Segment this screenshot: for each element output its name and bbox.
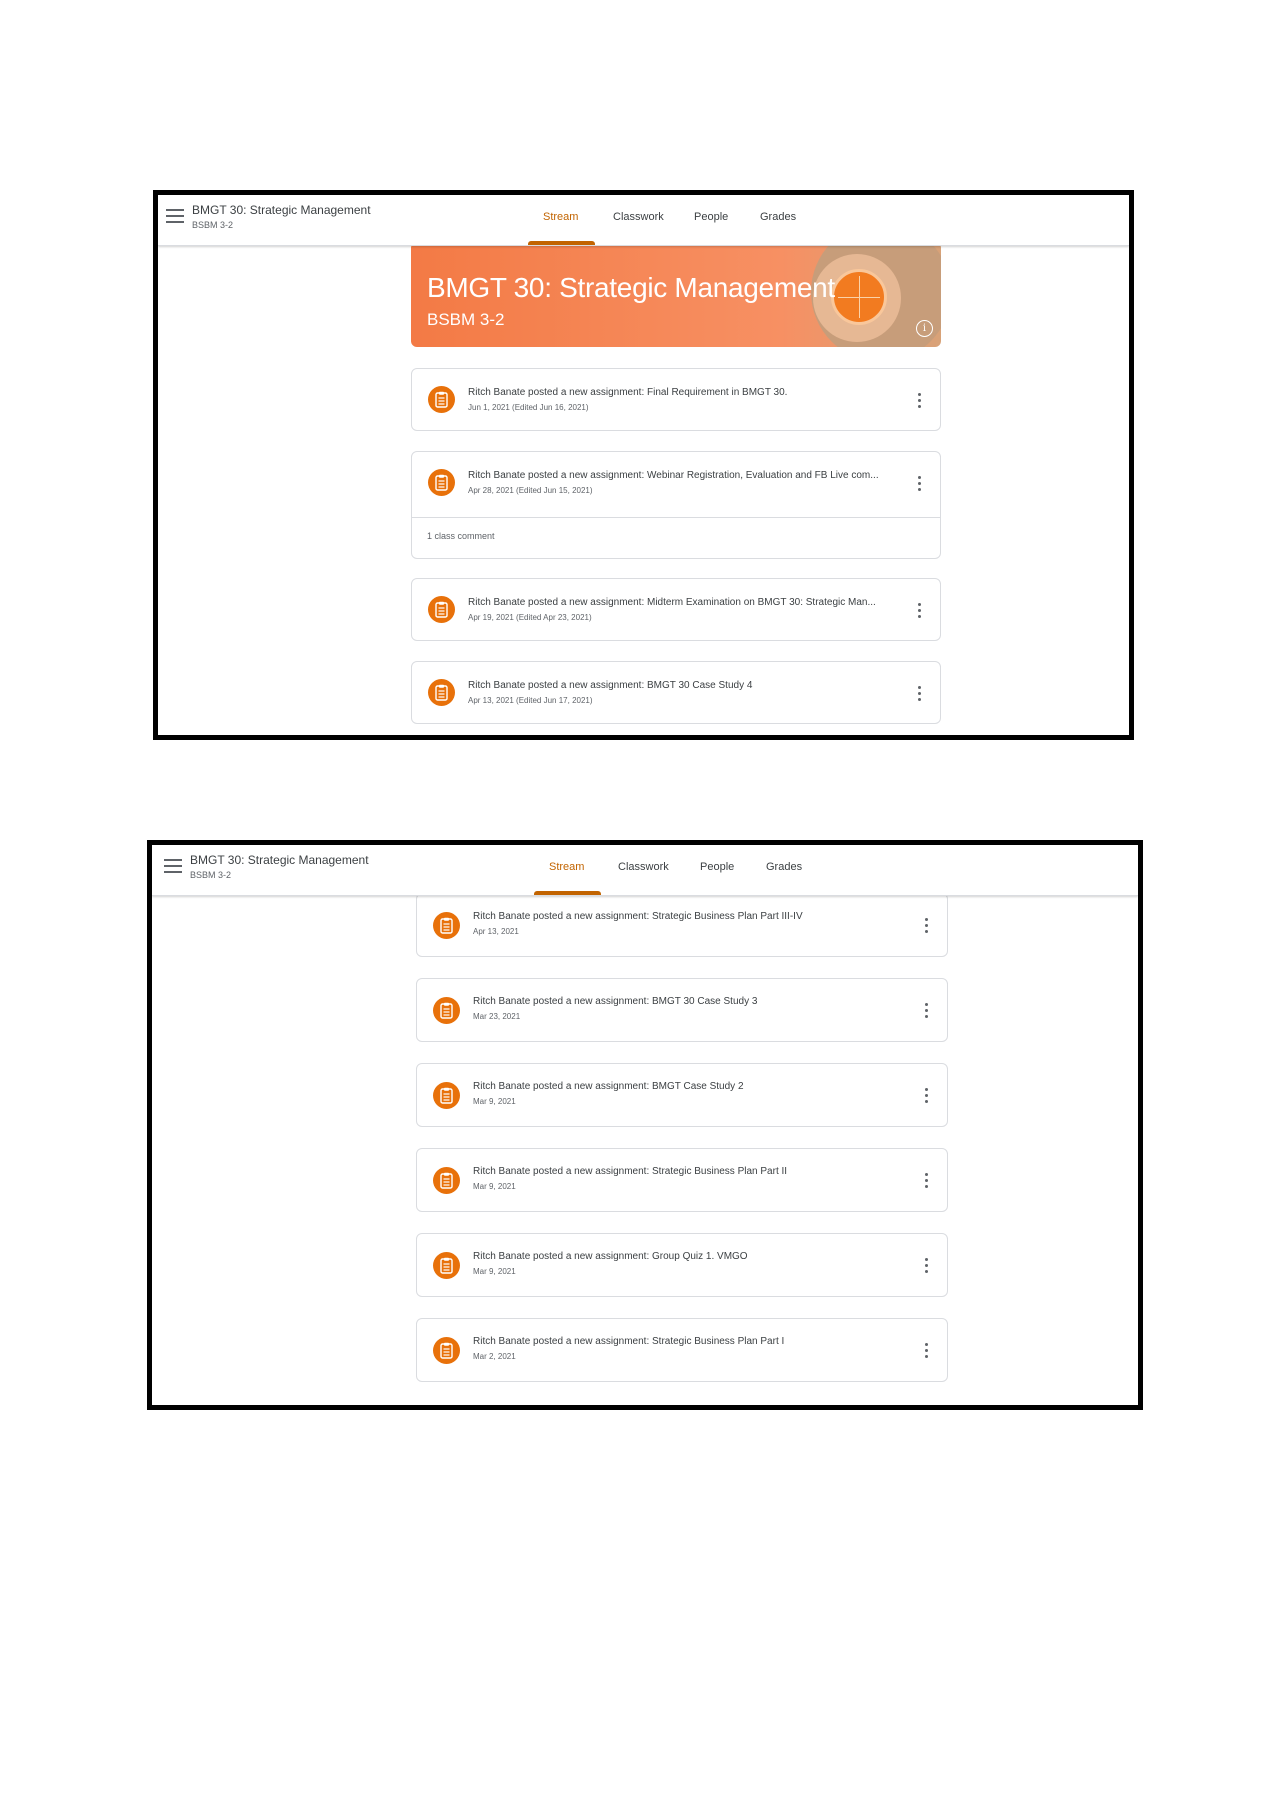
more-vert-icon[interactable] [925, 1258, 929, 1274]
stream-post-card[interactable]: Ritch Banate posted a new assignment: St… [416, 1148, 948, 1212]
more-vert-icon[interactable] [918, 603, 922, 619]
stream-post-card[interactable]: Ritch Banate posted a new assignment: We… [411, 451, 941, 559]
class-comments-row: 1 class comment [412, 517, 940, 558]
class-banner: BMGT 30: Strategic Management BSBM 3-2 i [411, 242, 941, 347]
stream-post-card[interactable]: Ritch Banate posted a new assignment: Gr… [416, 1233, 948, 1297]
post-date: Jun 1, 2021 (Edited Jun 16, 2021) [468, 403, 589, 412]
post-title[interactable]: Ritch Banate posted a new assignment: BM… [473, 996, 893, 1007]
stream-post-card[interactable]: Ritch Banate posted a new assignment: St… [416, 893, 948, 957]
stream-post-card[interactable]: Ritch Banate posted a new assignment: BM… [411, 661, 941, 724]
tab-bar: Stream Classwork People Grades [158, 195, 1129, 245]
orange-slice-illustration [831, 269, 887, 325]
assignment-icon [428, 596, 455, 623]
class-comments-link[interactable]: 1 class comment [427, 531, 495, 541]
stream-post-card[interactable]: Ritch Banate posted a new assignment: Mi… [411, 578, 941, 641]
post-date: Apr 28, 2021 (Edited Jun 15, 2021) [468, 486, 593, 495]
post-date: Mar 9, 2021 [473, 1097, 516, 1106]
post-date: Apr 13, 2021 (Edited Jun 17, 2021) [468, 696, 593, 705]
tab-stream[interactable]: Stream [549, 861, 584, 873]
post-title[interactable]: Ritch Banate posted a new assignment: St… [473, 911, 893, 922]
tab-grades[interactable]: Grades [760, 211, 796, 223]
post-date: Apr 13, 2021 [473, 927, 519, 936]
assignment-icon [433, 912, 460, 939]
tab-grades[interactable]: Grades [766, 861, 802, 873]
more-vert-icon[interactable] [925, 1343, 929, 1359]
assignment-icon [428, 386, 455, 413]
top-app-bar: BMGT 30: Strategic Management BSBM 3-2 S… [152, 845, 1138, 896]
tab-people[interactable]: People [700, 861, 734, 873]
assignment-icon [433, 1337, 460, 1364]
post-title[interactable]: Ritch Banate posted a new assignment: BM… [468, 680, 888, 691]
top-app-bar: BMGT 30: Strategic Management BSBM 3-2 S… [158, 195, 1129, 246]
stream-post-card[interactable]: Ritch Banate posted a new assignment: BM… [416, 1063, 948, 1127]
post-title[interactable]: Ritch Banate posted a new assignment: St… [473, 1336, 893, 1347]
post-title[interactable]: Ritch Banate posted a new assignment: BM… [473, 1081, 893, 1092]
more-vert-icon[interactable] [925, 1173, 929, 1189]
banner-section: BSBM 3-2 [427, 310, 505, 329]
more-vert-icon[interactable] [925, 1088, 929, 1104]
tab-classwork[interactable]: Classwork [613, 211, 664, 223]
more-vert-icon[interactable] [918, 476, 922, 492]
post-date: Mar 23, 2021 [473, 1012, 521, 1021]
assignment-icon [428, 469, 455, 496]
more-vert-icon[interactable] [918, 686, 922, 702]
post-date: Mar 9, 2021 [473, 1182, 516, 1191]
post-title[interactable]: Ritch Banate posted a new assignment: We… [468, 470, 888, 481]
stream-post-card[interactable]: Ritch Banate posted a new assignment: Fi… [411, 368, 941, 431]
more-vert-icon[interactable] [918, 393, 922, 409]
assignment-icon [433, 1167, 460, 1194]
assignment-icon [433, 1082, 460, 1109]
banner-title: BMGT 30: Strategic Management [427, 272, 835, 303]
post-title[interactable]: Ritch Banate posted a new assignment: Gr… [473, 1251, 893, 1262]
active-tab-indicator [534, 891, 601, 895]
stream-post-card[interactable]: Ritch Banate posted a new assignment: St… [416, 1318, 948, 1382]
info-icon[interactable]: i [916, 320, 933, 337]
more-vert-icon[interactable] [925, 918, 929, 934]
tab-classwork[interactable]: Classwork [618, 861, 669, 873]
assignment-icon [433, 1252, 460, 1279]
assignment-icon [428, 679, 455, 706]
assignment-icon [433, 997, 460, 1024]
more-vert-icon[interactable] [925, 1003, 929, 1019]
post-date: Apr 19, 2021 (Edited Apr 23, 2021) [468, 613, 592, 622]
stream-screenshot-1: BMGT 30: Strategic Management BSBM 3-2 S… [153, 190, 1134, 740]
stream-screenshot-2: BMGT 30: Strategic Management BSBM 3-2 S… [147, 840, 1143, 1410]
tab-stream[interactable]: Stream [543, 211, 578, 223]
tab-people[interactable]: People [694, 211, 728, 223]
post-date: Mar 2, 2021 [473, 1352, 516, 1361]
post-title[interactable]: Ritch Banate posted a new assignment: Fi… [468, 387, 888, 398]
active-tab-indicator [528, 241, 595, 245]
stream-post-card[interactable]: Ritch Banate posted a new assignment: BM… [416, 978, 948, 1042]
post-title[interactable]: Ritch Banate posted a new assignment: St… [473, 1166, 893, 1177]
post-date: Mar 9, 2021 [473, 1267, 516, 1276]
post-title[interactable]: Ritch Banate posted a new assignment: Mi… [468, 597, 888, 608]
tab-bar: Stream Classwork People Grades [152, 845, 1138, 895]
